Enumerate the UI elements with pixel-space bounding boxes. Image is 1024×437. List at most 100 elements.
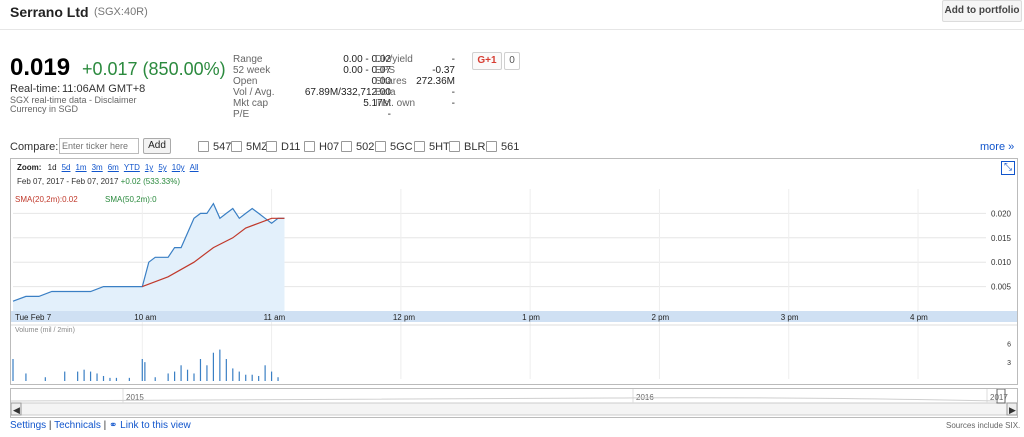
checkbox-icon[interactable] (486, 141, 497, 152)
stat-label: Div/yield (375, 54, 413, 65)
header: Serrano Ltd (SGX:40R) Add to portfolio (0, 0, 1024, 30)
price-change: +0.017 (850.00%) (82, 59, 226, 79)
timeline-navigator[interactable]: ◀ ▶ 2015 2016 2017 (10, 388, 1018, 418)
stat-value: -0.37 (432, 65, 455, 76)
x-tick-label: 10 am (134, 313, 157, 322)
gplus-button[interactable]: G+1 (472, 52, 502, 70)
scroll-left-icon: ◀ (13, 405, 20, 415)
compare-ticker-547[interactable]: 547 (198, 141, 231, 153)
stats-left: Range 0.00 - 0.02 52 week 0.00 - 0.07 Open 0.… (233, 54, 391, 120)
currency-note: Currency in SGD (10, 104, 79, 114)
compare-ticker-502[interactable]: 502 (341, 141, 374, 153)
link-icon: ⚭ (109, 420, 118, 431)
stat-row: Beta - (375, 87, 455, 98)
navigator-scrollbar (10, 402, 1018, 416)
stat-label: Beta (375, 87, 396, 98)
stat-value: - (387, 109, 391, 120)
x-tick-label: Tue Feb 7 (15, 313, 52, 322)
more-link[interactable]: more » (980, 141, 1014, 153)
stats-right: Div/yield - EPS -0.37 Shares 272.36M Beta - Inst… (375, 54, 455, 109)
compare-ticker-5mz[interactable]: 5MZ (231, 141, 268, 153)
company-name: Serrano Ltd (10, 4, 89, 20)
checkbox-icon[interactable] (414, 141, 425, 152)
footer-links: Settings | Technicals | ⚭ Link to this v… (10, 420, 191, 431)
stat-row: EPS -0.37 (375, 65, 455, 76)
settings-link[interactable]: Settings (10, 420, 46, 431)
compare-add-button[interactable]: Add (143, 138, 171, 154)
stat-row: Open 0.00 (233, 76, 391, 87)
compare-ticker-label: 5GC (390, 141, 413, 153)
compare-ticker-5gc[interactable]: 5GC (375, 141, 413, 153)
checkbox-icon[interactable] (375, 141, 386, 152)
compare-ticker-label: 547 (213, 141, 232, 153)
stat-label: Range (233, 54, 263, 65)
compare-ticker-label: 5MZ (246, 141, 268, 153)
compare-label: Compare: (10, 141, 59, 153)
compare-ticker-label: 5HT (429, 141, 450, 153)
sources-note: Sources include SIX. (946, 421, 1021, 430)
stat-row: 52 week 0.00 - 0.07 (233, 65, 391, 76)
y-tick-label: 0.020 (991, 209, 1012, 218)
compare-ticker-label: BLR (464, 141, 486, 153)
stat-label: Vol / Avg. (233, 87, 275, 98)
realtime-time: 11:06AM GMT+8 (62, 83, 146, 95)
realtime-label: Real-time: (10, 83, 61, 95)
x-tick-label: 4 pm (910, 313, 928, 322)
y-tick-label: 0.015 (991, 234, 1012, 243)
sma50-label: SMA(50,2m):0 (105, 195, 157, 204)
compare-ticker-561[interactable]: 561 (486, 141, 519, 153)
stat-label: 52 week (233, 65, 271, 76)
compare-ticker-label: D11 (281, 141, 301, 153)
scroll-right-icon: ▶ (1009, 405, 1016, 415)
price-chart[interactable]: Zoom: 1d 5d 1m 3m 6m YTD 1y 5y 10y All Feb 07, 20… (10, 158, 1018, 385)
stat-row: Shares 272.36M (375, 76, 455, 87)
navigator-trend (10, 397, 998, 402)
x-axis-band (11, 311, 1017, 322)
checkbox-icon[interactable] (198, 141, 209, 152)
x-tick-label: 1 pm (522, 313, 540, 322)
stat-row: Vol / Avg. 67.89M/332,712.00 (233, 87, 391, 98)
checkbox-icon[interactable] (266, 141, 277, 152)
price-area (13, 203, 285, 311)
y-tick-label: 0.010 (991, 258, 1012, 267)
compare-ticker-d11[interactable]: D11 (266, 141, 300, 153)
stat-label: P/E (233, 109, 250, 120)
compare-ticker-h07[interactable]: H07 (304, 141, 339, 153)
compare-ticker-5ht[interactable]: 5HT (414, 141, 450, 153)
stat-value: 272.36M (416, 76, 455, 87)
checkbox-icon[interactable] (341, 141, 352, 152)
x-tick-label: 2 pm (651, 313, 669, 322)
stat-value: - (451, 54, 455, 65)
stat-row: Range 0.00 - 0.02 (233, 54, 391, 65)
stat-value: - (451, 87, 455, 98)
volume-tick-label: 3 (1007, 360, 1011, 367)
compare-ticker-label: 502 (356, 141, 375, 153)
compare-ticker-label: H07 (319, 141, 340, 153)
x-tick-label: 3 pm (781, 313, 799, 322)
x-tick-label: 11 am (264, 313, 286, 322)
stat-value: - (451, 98, 455, 109)
checkbox-icon[interactable] (449, 141, 460, 152)
stat-label: EPS (375, 65, 396, 76)
ticker-symbol: (SGX:40R) (94, 6, 148, 18)
checkbox-icon[interactable] (304, 141, 315, 152)
technicals-link[interactable]: Technicals (54, 420, 101, 431)
compare-ticker-input[interactable] (59, 138, 139, 154)
current-price: 0.019 (10, 54, 71, 81)
chart-canvas: 0.005 0.010 0.015 0.020 Tue Feb 7 10 am 11 am 1… (11, 189, 1017, 381)
add-to-portfolio-button[interactable]: Add to portfolio (942, 0, 1022, 22)
sma20-label: SMA(20,2m):0.02 (15, 195, 78, 204)
stat-label: Inst. own (375, 98, 416, 109)
y-tick-label: 0.005 (991, 283, 1012, 292)
stat-label: Mkt cap (233, 98, 269, 109)
link-to-view[interactable]: Link to this view (120, 420, 191, 431)
gplus-count: 0 (504, 52, 520, 70)
stat-row: Inst. own - (375, 98, 455, 109)
stat-label: Shares (375, 76, 407, 87)
checkbox-icon[interactable] (231, 141, 242, 152)
x-tick-label: 12 pm (393, 313, 416, 322)
compare-bar: Compare: Add 547 5MZ D11 H07 502 5GC 5HT BLR 561… (0, 136, 1024, 158)
stat-row: Div/yield - (375, 54, 455, 65)
volume-label: Volume (mil / 2min) (15, 327, 75, 334)
compare-ticker-blr[interactable]: BLR (449, 141, 485, 153)
